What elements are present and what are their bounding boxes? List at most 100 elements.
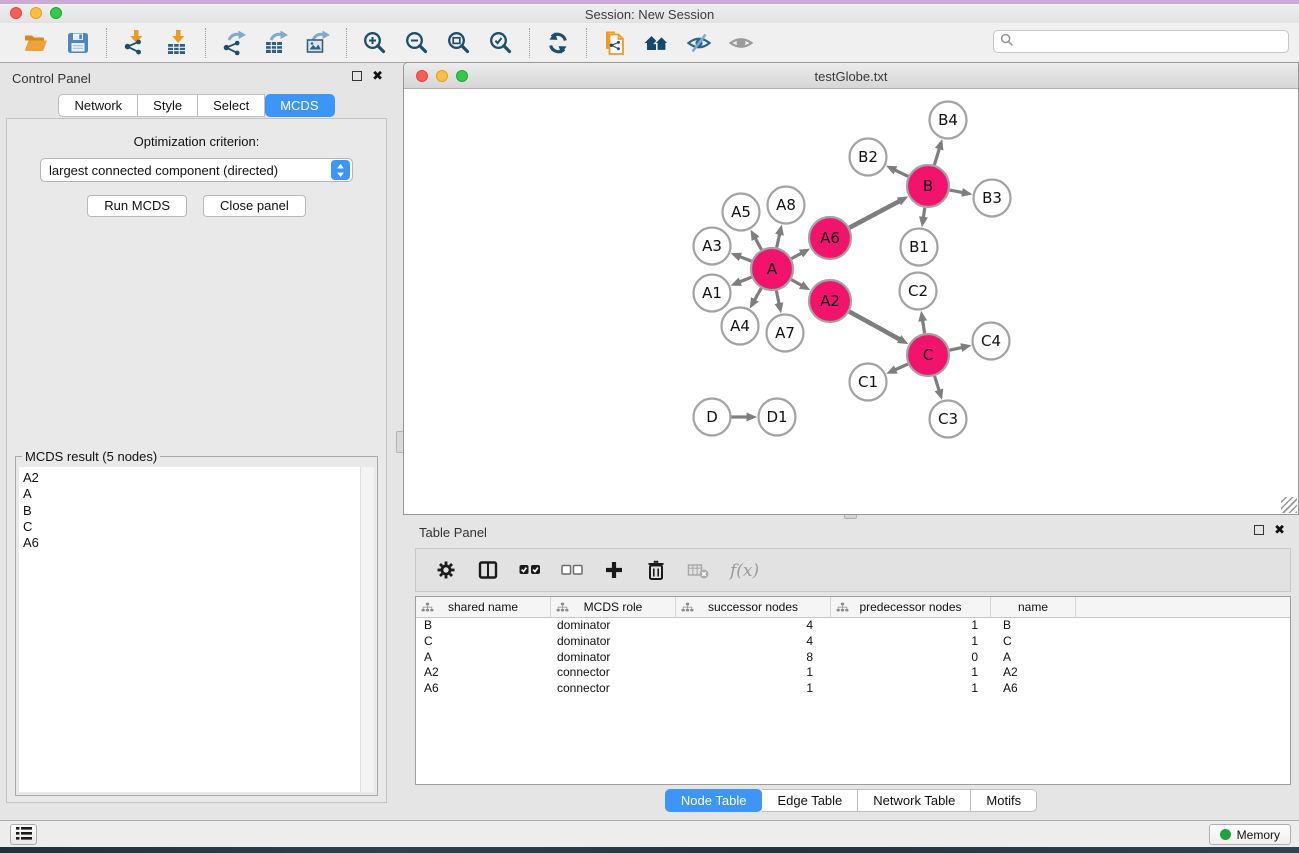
add-column-icon[interactable] xyxy=(602,558,626,582)
column-header-name[interactable]: name xyxy=(991,597,1076,617)
network-canvas[interactable]: B4B2BB3A5A8A6A3AB1A1A2C2A4A7C4CC1C3DD1 xyxy=(404,89,1298,514)
node-C[interactable]: C xyxy=(907,334,949,376)
table-cell[interactable]: dominator xyxy=(551,634,676,650)
edge-A-A2[interactable] xyxy=(791,280,802,286)
float-panel-icon[interactable] xyxy=(352,71,362,81)
refresh-icon[interactable] xyxy=(544,29,572,57)
table-cell[interactable]: 1 xyxy=(676,665,831,681)
node-B3[interactable]: B3 xyxy=(974,180,1011,217)
eye-slash-icon[interactable] xyxy=(685,29,713,57)
search-field[interactable] xyxy=(993,30,1289,53)
node-B4[interactable]: B4 xyxy=(930,102,967,139)
tab-node-table[interactable]: Node Table xyxy=(665,789,763,812)
memory-button[interactable]: Memory xyxy=(1209,824,1291,845)
node-B1[interactable]: B1 xyxy=(901,229,938,266)
node-C3[interactable]: C3 xyxy=(930,401,967,438)
node-C2[interactable]: C2 xyxy=(900,273,937,310)
node-C1[interactable]: C1 xyxy=(850,364,887,401)
close-table-panel-icon[interactable]: ✖ xyxy=(1274,525,1285,535)
edge-A-A5[interactable] xyxy=(755,238,761,250)
settings-gear-icon[interactable] xyxy=(434,558,458,582)
tab-style[interactable]: Style xyxy=(138,94,198,117)
edge-C-C1[interactable] xyxy=(895,364,908,370)
run-mcds-button[interactable]: Run MCDS xyxy=(87,195,187,217)
split-table-icon[interactable] xyxy=(476,558,500,582)
table-cell[interactable]: 4 xyxy=(676,634,831,650)
edge-A-A4[interactable] xyxy=(754,288,761,300)
mcds-result-item[interactable]: A xyxy=(23,486,360,502)
table-cell[interactable]: A2 xyxy=(416,665,551,681)
node-B2[interactable]: B2 xyxy=(850,139,887,176)
table-cell[interactable]: A2 xyxy=(991,665,1076,681)
tab-select[interactable]: Select xyxy=(198,94,265,117)
zoom-in-icon[interactable] xyxy=(361,29,389,57)
mcds-result-item[interactable]: B xyxy=(23,503,360,519)
table-cell[interactable]: 1 xyxy=(831,634,991,650)
edge-A-A8[interactable] xyxy=(777,234,780,248)
column-header-predecessor-nodes[interactable]: predecessor nodes xyxy=(831,597,991,617)
table-cell[interactable]: A6 xyxy=(416,681,551,697)
node-C4[interactable]: C4 xyxy=(973,323,1010,360)
edge-A6-B[interactable] xyxy=(849,201,899,228)
table-cell[interactable]: A xyxy=(416,650,551,666)
mcds-result-item[interactable]: C xyxy=(23,519,360,535)
close-panel-button[interactable]: Close panel xyxy=(203,195,306,217)
zoom-selected-icon[interactable] xyxy=(487,29,515,57)
node-A7[interactable]: A7 xyxy=(767,315,804,352)
table-cell[interactable]: B xyxy=(991,618,1076,634)
delete-column-icon[interactable] xyxy=(644,558,668,582)
table-cell[interactable]: connector xyxy=(551,681,676,697)
table-cell[interactable]: A6 xyxy=(991,681,1076,697)
network-window-titlebar[interactable]: testGlobe.txt xyxy=(404,63,1298,89)
export-image-icon[interactable] xyxy=(304,29,332,57)
node-A8[interactable]: A8 xyxy=(768,187,805,224)
save-icon[interactable] xyxy=(64,29,92,57)
tab-edge-table[interactable]: Edge Table xyxy=(762,789,858,812)
node-A6[interactable]: A6 xyxy=(809,217,851,259)
table-cell[interactable]: dominator xyxy=(551,650,676,666)
edge-A-A6[interactable] xyxy=(791,253,801,259)
clear-checkboxes-icon[interactable] xyxy=(560,558,584,582)
column-header-successor-nodes[interactable]: successor nodes xyxy=(676,597,831,617)
tab-network-table[interactable]: Network Table xyxy=(858,789,971,812)
home-icon[interactable] xyxy=(643,29,671,57)
tab-mcds[interactable]: MCDS xyxy=(265,94,334,117)
float-table-panel-icon[interactable] xyxy=(1254,525,1264,535)
table-cell[interactable]: A xyxy=(991,650,1076,666)
criterion-select[interactable]: largest connected component (directed) xyxy=(40,158,353,182)
edge-C-C2[interactable] xyxy=(923,320,925,333)
table-cell[interactable]: 0 xyxy=(831,650,991,666)
edge-C-C4[interactable] xyxy=(949,347,962,350)
edge-B-B1[interactable] xyxy=(923,208,924,218)
edge-A-A7[interactable] xyxy=(776,291,779,305)
task-history-button[interactable] xyxy=(10,824,37,845)
table-row[interactable]: Bdominator41B xyxy=(416,618,1290,634)
edge-A2-C[interactable] xyxy=(849,312,900,340)
tab-network[interactable]: Network xyxy=(58,94,138,117)
table-row[interactable]: A6connector11A6 xyxy=(416,681,1290,697)
zoom-fit-icon[interactable] xyxy=(445,29,473,57)
edge-A-A1[interactable] xyxy=(739,277,751,282)
node-B[interactable]: B xyxy=(907,165,949,207)
table-cell[interactable]: 1 xyxy=(676,681,831,697)
table-cell[interactable]: connector xyxy=(551,665,676,681)
zoom-out-icon[interactable] xyxy=(403,29,431,57)
column-header-MCDS-role[interactable]: MCDS role xyxy=(551,597,676,617)
table-cell[interactable]: B xyxy=(416,618,551,634)
export-table-icon[interactable] xyxy=(262,29,290,57)
edge-A-A3[interactable] xyxy=(740,257,752,262)
table-cell[interactable]: 8 xyxy=(676,650,831,666)
node-A2[interactable]: A2 xyxy=(809,280,851,322)
node-A[interactable]: A xyxy=(751,248,793,290)
table-cell[interactable]: 1 xyxy=(831,618,991,634)
node-D1[interactable]: D1 xyxy=(759,399,796,436)
close-panel-icon[interactable]: ✖ xyxy=(372,71,383,81)
table-cell[interactable]: C xyxy=(991,634,1076,650)
table-row[interactable]: Adominator80A xyxy=(416,650,1290,666)
node-A3[interactable]: A3 xyxy=(694,228,731,265)
node-A1[interactable]: A1 xyxy=(694,275,731,312)
import-table-icon[interactable] xyxy=(163,29,191,57)
search-input[interactable] xyxy=(1014,35,1288,49)
edge-B-B3[interactable] xyxy=(950,190,963,193)
table-cell[interactable]: dominator xyxy=(551,618,676,634)
